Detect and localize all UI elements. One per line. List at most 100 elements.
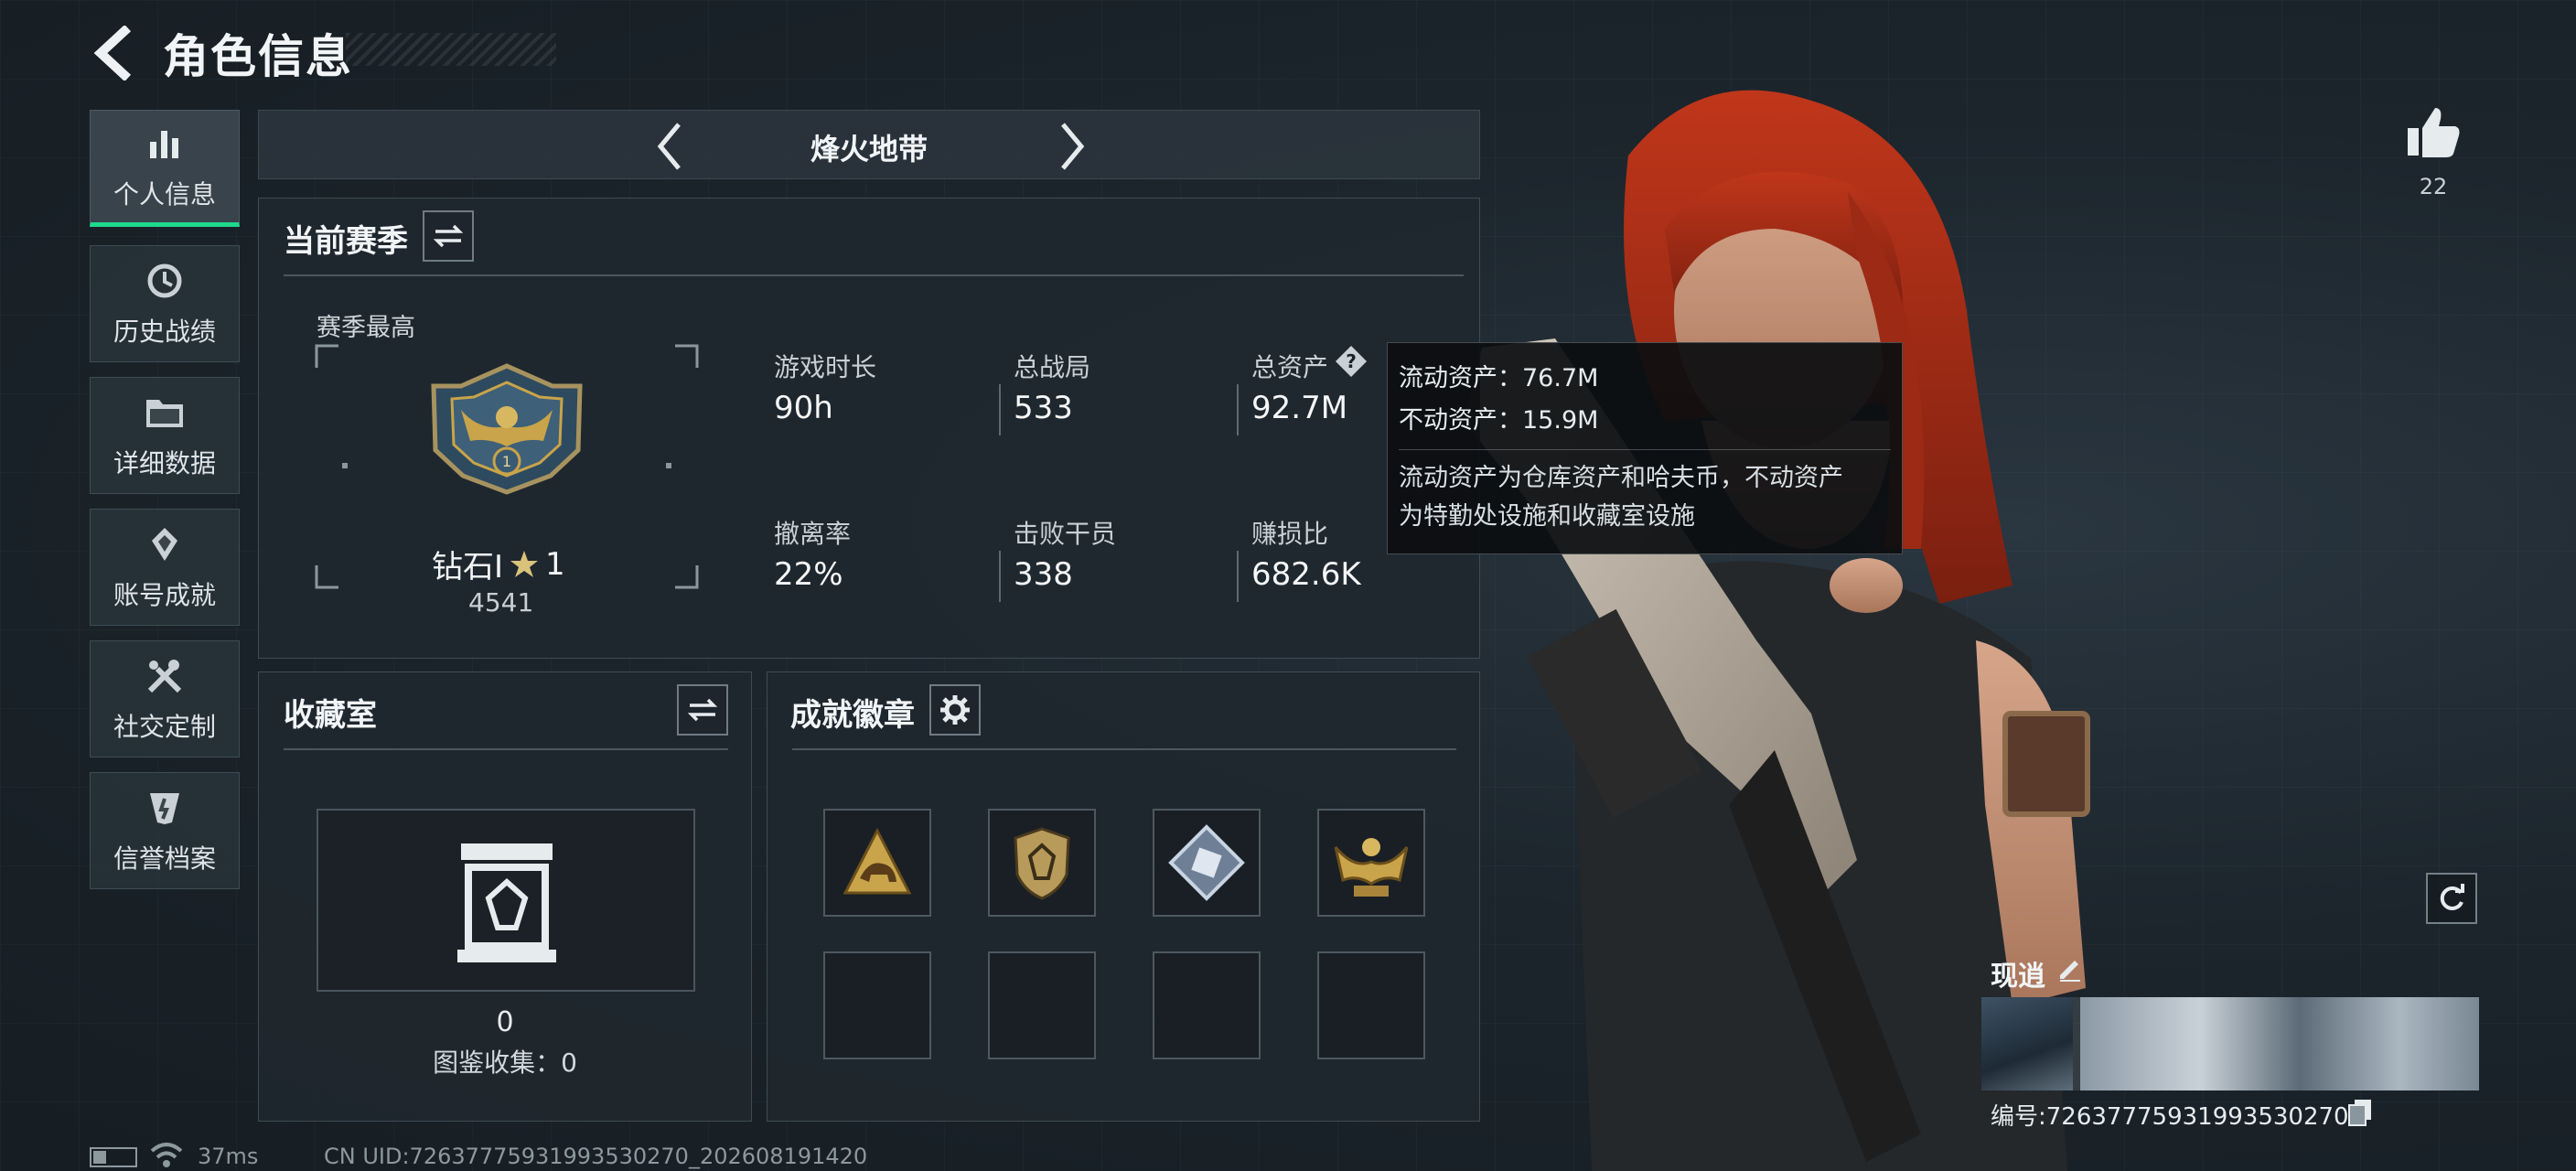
like-button[interactable] (2404, 104, 2463, 163)
badge-divider (792, 748, 1456, 750)
rank-score: 4541 (468, 587, 534, 618)
season-title: 当前赛季 (284, 223, 408, 260)
refresh-button[interactable] (2426, 873, 2477, 924)
stat-value-assets: 92.7M (1251, 390, 1348, 426)
nav-label: 账号成就 (113, 580, 216, 610)
pencil-icon (2060, 961, 2080, 982)
title-decoration (346, 33, 556, 66)
nav-label: 历史战绩 (113, 317, 216, 347)
shield-badge-icon (1014, 827, 1070, 900)
stat-label-extract-rate: 撤离率 (774, 519, 852, 549)
season-divider (284, 274, 1464, 276)
diamond-rank-emblem-icon: 1 (431, 363, 583, 495)
chevron-left-icon (93, 24, 132, 82)
mode-next-button[interactable] (1054, 119, 1090, 174)
badge-slot[interactable] (1317, 809, 1425, 917)
nav-label: 详细数据 (113, 448, 216, 478)
star-icon (510, 550, 539, 577)
mode-label: 烽火地带 (810, 132, 928, 167)
stat-divider (999, 384, 1001, 435)
diamond-badge-icon (1168, 824, 1245, 901)
chevron-right-icon (1061, 123, 1085, 170)
battery-icon (90, 1147, 137, 1167)
history-icon (143, 259, 187, 303)
badge-slot-empty[interactable] (1153, 951, 1261, 1059)
swap-icon (687, 698, 718, 722)
nav-label: 个人信息 (113, 179, 216, 209)
thumbs-up-icon (2408, 108, 2460, 157)
question-icon: ? (1336, 346, 1367, 377)
badge-title: 成就徽章 (790, 697, 915, 734)
banner-strip[interactable] (1981, 997, 2479, 1090)
refresh-icon (2440, 884, 2464, 910)
stat-value-extract-rate: 22% (774, 556, 843, 593)
nav-detailed-data[interactable]: 详细数据 (90, 377, 240, 494)
help-button[interactable]: ? (1334, 344, 1368, 379)
page-title: 角色信息 (163, 30, 353, 83)
badge-settings-button[interactable] (929, 684, 981, 736)
collection-title: 收藏室 (284, 697, 377, 734)
tooltip-note-line: 为特勤处设施和收藏室设施 (1399, 502, 1695, 531)
tooltip-liquid-assets: 流动资产：76.7M (1399, 364, 1599, 392)
badge-slot[interactable] (988, 809, 1096, 917)
nav-social-custom[interactable]: 社交定制 (90, 640, 240, 757)
stat-label-kills: 击败干员 (1014, 519, 1117, 549)
stat-value-playtime: 90h (774, 390, 833, 426)
stat-label-playtime: 游戏时长 (774, 352, 877, 382)
collection-switch-button[interactable] (677, 684, 728, 736)
collection-count: 0 (496, 1006, 514, 1038)
shield-icon (143, 786, 187, 830)
stat-value-matches: 533 (1014, 390, 1073, 426)
stat-divider (1237, 551, 1239, 602)
display-case-icon (457, 843, 556, 962)
mammoth-badge-icon (843, 827, 912, 895)
stat-label-matches: 总战局 (1014, 352, 1091, 382)
stat-divider (999, 551, 1001, 602)
badge-slot-empty[interactable] (988, 951, 1096, 1059)
season-best-label: 赛季最高 (317, 314, 415, 342)
badge-slot-empty[interactable] (1317, 951, 1425, 1059)
wifi-icon (150, 1143, 183, 1167)
eagle-badge-icon (1334, 838, 1409, 897)
tooltip-fixed-assets: 不动资产：15.9M (1399, 406, 1599, 435)
collection-catalog: 图鉴收集：0 (433, 1047, 577, 1078)
nav-personal-info[interactable]: 个人信息 (90, 110, 240, 227)
svg-text:1: 1 (502, 453, 511, 470)
folder-icon (143, 391, 187, 435)
back-button[interactable] (88, 24, 143, 82)
nav-history[interactable]: 历史战绩 (90, 245, 240, 362)
rank-name-row: 钻石I 1 (432, 542, 565, 586)
stat-label-profit-ratio: 赚损比 (1251, 519, 1329, 549)
player-uid: 编号:7263777593199353027​0 (1991, 1103, 2349, 1131)
rank-stars: 1 (545, 545, 565, 583)
copy-button[interactable] (2347, 1098, 2375, 1129)
assets-tooltip: 流动资产：76.7M 不动资产：15.9M 流动资产为仓库资产和哈夫币，不动资产… (1387, 342, 1903, 554)
stat-divider (1237, 384, 1239, 435)
svg-text:?: ? (1346, 350, 1357, 372)
collection-divider (284, 748, 728, 750)
stat-value-kills: 338 (1014, 556, 1073, 593)
stat-value-profit-ratio: 682.6K (1251, 556, 1361, 593)
nav-achievements[interactable]: 账号成就 (90, 509, 240, 626)
tooltip-note-line: 流动资产为仓库资产和哈夫币，不动资产 (1399, 464, 1843, 492)
copy-icon (2348, 1100, 2371, 1126)
badge-slot-empty[interactable] (823, 951, 931, 1059)
tooltip-divider (1399, 449, 1891, 450)
gear-icon (940, 695, 970, 725)
nav-label: 信誉档案 (113, 843, 216, 874)
edit-name-button[interactable] (2056, 955, 2088, 986)
footer-uid: CN UID:7263777593199353027​0_20260819142… (324, 1144, 868, 1169)
tools-icon (143, 654, 187, 698)
rank-name: 钻石I (432, 549, 504, 586)
character-name: 现逍 (1991, 961, 2045, 993)
bar-chart-icon (143, 122, 187, 166)
nav-label: 社交定制 (113, 712, 216, 742)
badge-slot[interactable] (1153, 809, 1261, 917)
badge-slot[interactable] (823, 809, 931, 917)
season-switch-button[interactable] (423, 210, 474, 262)
medal-icon (143, 522, 187, 566)
avatar-thumbnail (1981, 997, 2073, 1090)
banner-thumbnail (2080, 997, 2479, 1090)
nav-credit-record[interactable]: 信誉档案 (90, 772, 240, 889)
swap-icon (433, 224, 464, 248)
